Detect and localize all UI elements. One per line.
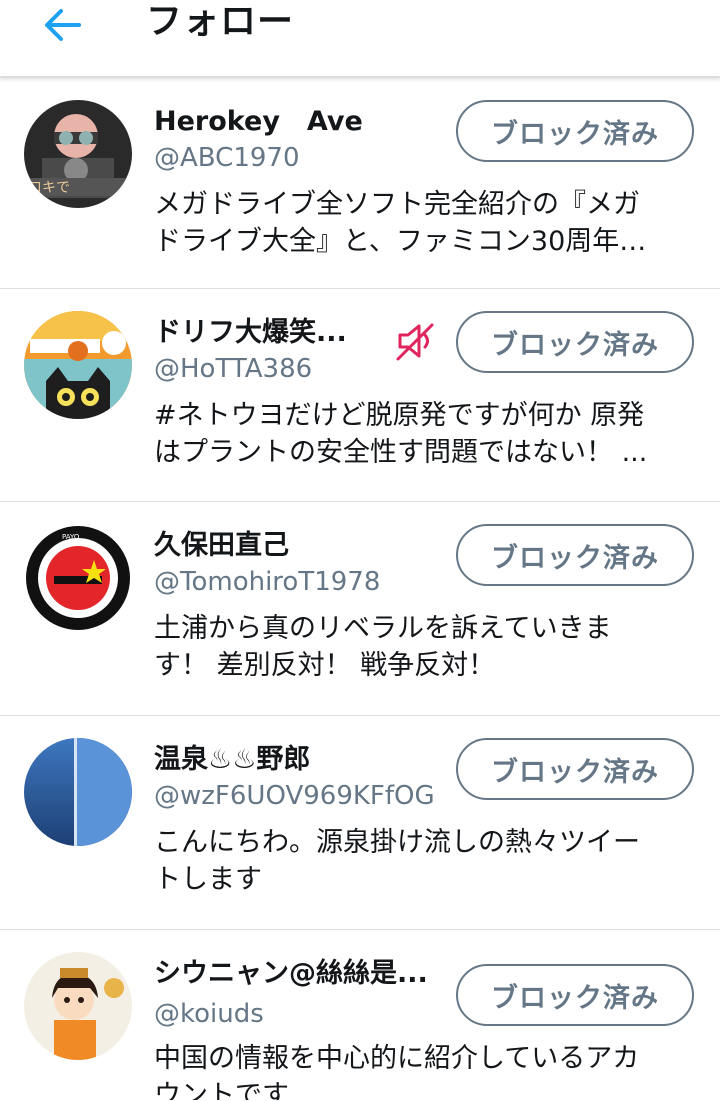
bio-line: す！ 差別反対！ 戦争反対！: [154, 650, 496, 681]
user-row[interactable]: 温泉♨♨野郎 @wzF6UOV969KFfOG ブロック済み こんにちわ。源泉掛…: [0, 716, 720, 930]
user-handle: @koiuds: [154, 999, 264, 1029]
user-bio: #ネトウヨだけど脱原発ですが何か 原発 はプラントの安全性す問題ではない！ ..…: [154, 397, 699, 471]
avatar[interactable]: [24, 952, 132, 1060]
user-row[interactable]: ロキで Herokey Ave @ABC1970 ブロック済み メガドライブ全ソ…: [0, 78, 720, 289]
user-bio: メガドライブ全ソフト完全紹介の『メガ ドライブ大全』と、ファミコン30周年…: [154, 186, 699, 260]
user-name: シウニャン@絲絲是...: [154, 958, 428, 989]
user-bio: こんにちわ。源泉掛け流しの熱々ツイー トします: [154, 824, 699, 898]
arrow-left-icon: [45, 9, 81, 41]
bio-line: 中国の情報を中心的に紹介しているアカ: [154, 1043, 640, 1074]
avatar[interactable]: [24, 738, 132, 846]
blocked-button[interactable]: ブロック済み: [456, 738, 694, 800]
back-button[interactable]: [30, 0, 92, 50]
bio-line: ドライブ大全』と、ファミコン30周年…: [154, 226, 647, 257]
bio-line: はプラントの安全性す問題ではない！ ...: [154, 437, 648, 468]
svg-text:PAYO: PAYO: [62, 533, 80, 541]
bio-line: 土浦から真のリベラルを訴えていきま: [154, 613, 612, 644]
user-bio: 中国の情報を中心的に紹介しているアカ ウントです: [154, 1040, 699, 1100]
svg-text:ロキで: ロキで: [28, 180, 70, 196]
app-header: フォロー: [0, 0, 720, 78]
user-handle: @ABC1970: [154, 143, 300, 173]
blocked-button[interactable]: ブロック済み: [456, 964, 694, 1026]
user-handle: @HoTTA386: [154, 354, 313, 384]
mute-icon: [396, 323, 434, 361]
bio-line: こんにちわ。源泉掛け流しの熱々ツイー: [154, 827, 640, 858]
blocked-button[interactable]: ブロック済み: [456, 311, 694, 373]
user-name: Herokey Ave: [154, 106, 363, 137]
blocked-button[interactable]: ブロック済み: [456, 524, 694, 586]
avatar[interactable]: [24, 311, 132, 419]
bio-line: ウントです: [154, 1080, 289, 1100]
user-bio: 土浦から真のリベラルを訴えていきま す！ 差別反対！ 戦争反対！: [154, 610, 699, 684]
avatar[interactable]: ロキで: [24, 100, 132, 208]
page-title: フォロー: [146, 1, 295, 42]
avatar[interactable]: PAYO: [24, 524, 132, 632]
user-name: ドリフ大爆笑...: [154, 317, 347, 348]
bio-line: メガドライブ全ソフト完全紹介の『メガ: [154, 189, 640, 220]
user-handle: @wzF6UOV969KFfOG: [154, 781, 435, 811]
user-handle: @TomohiroT1978: [154, 567, 381, 597]
user-name: 久保田直己: [154, 530, 289, 561]
user-name: 温泉♨♨野郎: [154, 744, 311, 775]
bio-line: トします: [154, 864, 262, 895]
user-row[interactable]: シウニャン@絲絲是... @koiuds ブロック済み 中国の情報を中心的に紹介…: [0, 930, 720, 1100]
user-row[interactable]: PAYO 久保田直己 @TomohiroT1978 ブロック済み 土浦から真のリ…: [0, 502, 720, 716]
user-row[interactable]: ドリフ大爆笑... @HoTTA386 ブロック済み #ネトウヨだけど脱原発です…: [0, 289, 720, 502]
bio-line: #ネトウヨだけど脱原発ですが何か 原発: [154, 400, 645, 431]
following-list: ロキで Herokey Ave @ABC1970 ブロック済み メガドライブ全ソ…: [0, 78, 720, 1100]
blocked-button[interactable]: ブロック済み: [456, 100, 694, 162]
